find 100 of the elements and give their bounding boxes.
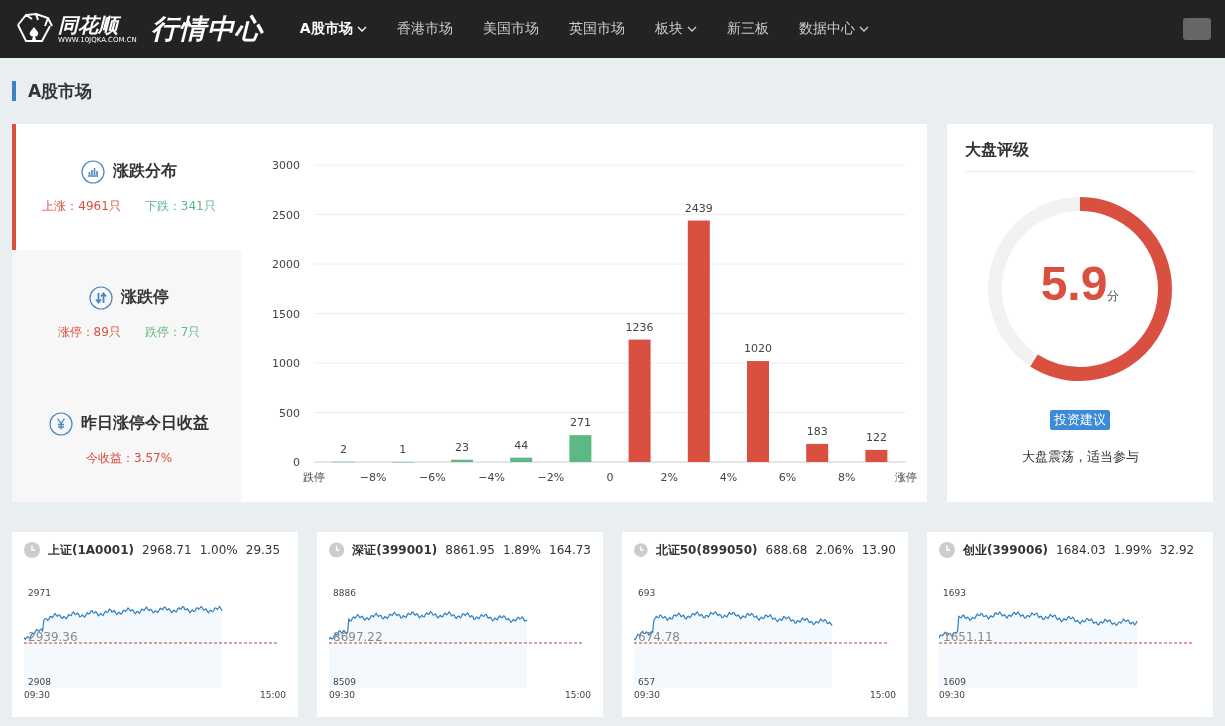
index-card[interactable]: 上证(1A0001) 2968.71 1.00% 29.35 2971 2939.36 2908 09:30 15:00 <box>12 532 298 717</box>
x-axis-label: −2% <box>537 471 565 484</box>
end-time: 15:00 <box>870 690 896 700</box>
index-card[interactable]: 深证(399001) 8861.95 1.89% 164.73 8886 8697.22 8509 09:30 15:00 <box>317 532 603 717</box>
clock-icon <box>329 542 345 558</box>
x-axis-label: 8% <box>838 471 856 484</box>
stat-text: 上涨：4961只 <box>42 197 121 215</box>
low-label: 2908 <box>28 677 51 687</box>
x-axis-label: −8% <box>359 471 387 484</box>
x-axis-label: 0 <box>606 471 614 484</box>
clock-icon <box>634 542 648 558</box>
y-axis-label: 2500 <box>272 208 300 222</box>
index-change-percent: 2.06% <box>815 543 854 557</box>
x-axis-label: 6% <box>778 471 797 484</box>
nav-tab[interactable]: 板块 <box>639 0 712 58</box>
index-price: 688.68 <box>765 543 808 557</box>
up-down-arrows-icon <box>89 285 113 310</box>
bar-value-label: 1236 <box>625 320 654 334</box>
bar-value-label: 23 <box>455 440 469 454</box>
advice-badge: 投资建议 <box>1050 410 1110 430</box>
advice-text: 大盘震荡，适当参与 <box>1021 448 1139 466</box>
index-name: 深证(399001) <box>352 541 438 559</box>
previous-close-label: 1651.11 <box>943 630 993 644</box>
bar <box>806 443 829 462</box>
avatar-placeholder[interactable] <box>1183 18 1211 40</box>
bar-value-label: 122 <box>865 430 887 444</box>
rating-title: 大盘评级 <box>965 124 1195 172</box>
stat-text: 下跌：341只 <box>144 197 216 215</box>
x-axis-label: −6% <box>419 471 446 484</box>
previous-close-label: 2939.36 <box>28 630 78 644</box>
high-label: 1693 <box>943 588 966 598</box>
bar <box>865 449 888 462</box>
nav-tab[interactable]: 英国市场 <box>553 0 640 58</box>
stat-text: 今收益：3.57% <box>85 449 173 467</box>
yen-icon <box>49 411 73 436</box>
high-label: 2971 <box>28 588 51 598</box>
previous-close-label: 674.78 <box>638 630 680 644</box>
low-label: 1609 <box>943 677 966 687</box>
y-axis-label: 500 <box>279 406 300 420</box>
x-axis-label: 4% <box>719 471 738 484</box>
index-change-percent: 1.99% <box>1113 543 1152 557</box>
bar-value-label: 44 <box>514 438 529 452</box>
bar-value-label: 271 <box>569 416 591 430</box>
low-label: 8509 <box>333 677 356 687</box>
index-price: 2968.71 <box>142 543 192 557</box>
nav-tab[interactable]: 香港市场 <box>381 0 468 58</box>
stat-text: 跌停：7只 <box>144 323 201 341</box>
index-change: 13.90 <box>861 543 896 557</box>
bar <box>569 435 592 462</box>
index-change-percent: 1.89% <box>502 543 541 557</box>
brand-name: 同花顺 <box>58 14 137 36</box>
x-axis-label: −4% <box>478 471 505 484</box>
nav-tab[interactable]: 新三板 <box>711 0 784 58</box>
start-time: 09:30 <box>329 690 355 700</box>
bar-chart-icon <box>81 159 105 184</box>
index-name: 上证(1A0001) <box>48 541 134 559</box>
stat-text: 涨停：89只 <box>57 323 121 341</box>
previous-close-label: 8697.22 <box>333 630 383 644</box>
nav-tab[interactable]: 美国市场 <box>467 0 554 58</box>
stats-tab[interactable]: 涨跌停 涨停：89只 跌停：7只 <box>12 250 242 376</box>
bar <box>451 459 473 462</box>
y-axis-label: 3000 <box>272 159 300 172</box>
tab-title: 涨跌停 <box>121 287 169 308</box>
clock-icon <box>939 542 955 558</box>
bar <box>510 457 533 462</box>
tab-title: 昨日涨停今日收益 <box>81 413 209 434</box>
high-label: 693 <box>638 588 656 598</box>
bar-value-label: 2439 <box>684 201 713 215</box>
bar-value-label: 1 <box>399 442 407 456</box>
tab-title: 涨跌分布 <box>113 161 177 182</box>
x-axis-label: 涨停 <box>895 471 917 484</box>
index-card[interactable]: 创业(399006) 1684.03 1.99% 32.92 1693 1651.11 1609 09:30 <box>927 532 1213 717</box>
end-time: 15:00 <box>565 690 591 700</box>
section-title: A股市场 <box>28 79 93 103</box>
index-price: 1684.03 <box>1056 543 1106 557</box>
score-unit: 分 <box>1107 289 1120 305</box>
index-name: 北证50(899050) <box>655 541 758 559</box>
bar-value-label: 1020 <box>744 342 772 355</box>
start-time: 09:30 <box>939 690 965 700</box>
x-axis-label: 2% <box>660 471 678 484</box>
stats-tab[interactable]: 昨日涨停今日收益 今收益：3.57% <box>12 376 242 502</box>
index-change: 32.92 <box>1159 543 1195 557</box>
bar-value-label: 183 <box>806 424 828 438</box>
index-change-percent: 1.00% <box>199 543 238 557</box>
low-label: 657 <box>638 677 656 687</box>
start-time: 09:30 <box>634 690 660 700</box>
index-card[interactable]: 北证50(899050) 688.68 2.06% 13.90 693 674.78 657 09:30 15:00 <box>622 532 908 717</box>
nav-tab[interactable]: 数据中心 <box>783 0 884 58</box>
y-axis-label: 0 <box>293 456 300 469</box>
bar-value-label: 2 <box>340 442 348 456</box>
y-axis-label: 1500 <box>272 307 300 321</box>
score-value: 5.9 <box>1040 256 1108 311</box>
clock-icon <box>24 542 40 558</box>
start-time: 09:30 <box>24 690 50 700</box>
index-change: 29.35 <box>245 543 281 557</box>
index-name: 创业(399006) <box>963 541 1049 559</box>
y-axis-label: 1000 <box>272 357 300 370</box>
index-price: 8861.95 <box>445 543 495 557</box>
y-axis-label: 2000 <box>272 258 300 271</box>
nav-tab[interactable]: A股市场 <box>284 0 382 58</box>
